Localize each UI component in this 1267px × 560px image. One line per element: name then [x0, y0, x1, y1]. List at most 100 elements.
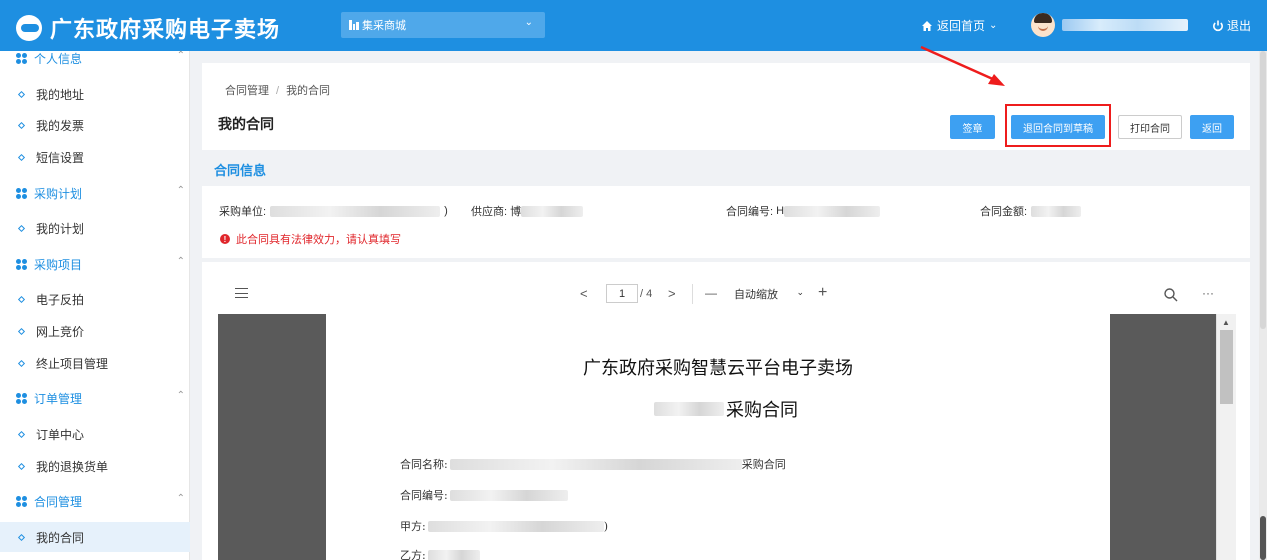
chevron-up-icon: ⌃ — [176, 493, 185, 504]
doc-party-a: 甲方: ) — [400, 519, 609, 534]
more-options-button[interactable]: ··· — [1202, 286, 1214, 300]
search-icon[interactable] — [1164, 288, 1178, 302]
home-link-label: 返回首页 — [937, 19, 986, 33]
apps-icon — [16, 392, 27, 404]
doc-contract-name: 合同名称: 采购合同 — [400, 458, 786, 471]
sidebar-item-reverse-auction[interactable]: 电子反拍 — [0, 284, 190, 314]
apps-icon — [16, 258, 27, 270]
contract-number-redacted — [784, 205, 881, 217]
page-scrollbar-thumb[interactable] — [1260, 516, 1266, 560]
back-button[interactable]: 返回 — [1190, 115, 1234, 139]
sidebar-group-label: 采购计划 — [34, 186, 83, 201]
diamond-icon — [17, 430, 26, 438]
legal-warning: ! 此合同具有法律效力，请认真填写 — [220, 231, 401, 247]
highlight-box — [1005, 104, 1111, 147]
sidebar-item-terminate-project[interactable]: 终止项目管理 — [0, 348, 190, 378]
chevron-up-icon: ⌃ — [176, 185, 185, 196]
chevron-up-icon: ⌃ — [176, 256, 185, 267]
chevron-down-icon: ⌄ — [796, 287, 804, 297]
doc-contract-number: 合同编号: — [400, 487, 568, 503]
purchaser-redacted — [270, 205, 441, 217]
chevron-down-icon: ⌄ — [989, 20, 998, 31]
sidebar-item-online-bid[interactable]: 网上竞价 — [0, 316, 190, 346]
toolbar-divider — [692, 284, 693, 304]
diamond-icon — [17, 327, 26, 335]
sidebar-item-returns[interactable]: 我的退换货单 — [0, 451, 190, 481]
pdf-canvas-margin-left — [218, 314, 326, 560]
doc-number-redacted — [449, 489, 568, 501]
chevron-up-icon: ⌃ — [176, 50, 185, 61]
next-page-button[interactable]: > — [668, 286, 676, 301]
page-title: 我的合同 — [218, 116, 274, 132]
document-title: 广东政府采购智慧云平台电子卖场 — [583, 358, 853, 379]
sidebar-item-my-contract[interactable]: 我的合同 — [0, 522, 190, 552]
diamond-icon — [17, 224, 26, 232]
sidebar-item-invoice[interactable]: 我的发票 — [0, 110, 190, 140]
diamond-icon — [17, 121, 26, 129]
diamond-icon — [17, 462, 26, 470]
party-a-redacted — [427, 520, 604, 532]
page-scrollbar-track[interactable] — [1260, 51, 1266, 329]
sidebar: 个人信息 ⌃ 我的地址 我的发票 短信设置 采购计划 ⌃ 我的计划 采购项目 ⌃… — [0, 48, 190, 560]
mall-select[interactable]: 集采商城 ⌄ — [341, 12, 545, 38]
sidebar-item-order-center[interactable]: 订单中心 — [0, 419, 190, 449]
pdf-toolbar: < 1 / 4 > — 自动缩放 ⌄ + ··· — [202, 262, 1250, 314]
mall-select-label: 集采商城 — [362, 20, 406, 32]
sidebar-toggle-icon[interactable] — [235, 288, 248, 298]
contract-info-card: 采购单位: ) 供应商: 博 合同编号: H 合同金额: ! 此合同具有法律效力… — [202, 186, 1250, 258]
site-logo[interactable]: 广东政府采购电子卖场 — [16, 12, 280, 44]
chevron-up-icon: ⌃ — [176, 390, 185, 401]
contract-number-field: 合同编号: H — [726, 203, 881, 219]
logo-text: 广东政府采购电子卖场 — [50, 17, 281, 43]
doc-party-b: 乙方: — [400, 547, 480, 560]
supplier-redacted — [521, 205, 584, 217]
page-scrollbar[interactable] — [1259, 51, 1267, 560]
zoom-out-button[interactable]: — — [705, 286, 717, 300]
prev-page-button[interactable]: < — [580, 286, 588, 301]
sidebar-group-label: 个人信息 — [34, 51, 83, 66]
user-name-redacted[interactable] — [1062, 19, 1188, 31]
contract-amount-field: 合同金额: — [980, 203, 1082, 219]
zoom-select[interactable]: 自动缩放 ⌄ — [732, 284, 806, 303]
pdf-viewer: < 1 / 4 > — 自动缩放 ⌄ + ··· 广东政府采购智慧云平台电子卖场… — [202, 262, 1250, 560]
user-avatar[interactable] — [1031, 13, 1055, 37]
diamond-icon — [17, 359, 26, 367]
sidebar-group-label: 订单管理 — [34, 391, 83, 406]
contract-name-redacted — [449, 458, 742, 470]
pdf-canvas-margin-right — [1110, 314, 1216, 560]
zoom-in-button[interactable]: + — [818, 284, 827, 302]
diamond-icon — [17, 153, 26, 161]
sidebar-group-project[interactable]: 采购项目 ⌃ — [0, 254, 190, 274]
building-icon — [349, 20, 360, 30]
home-link[interactable]: 返回首页 ⌄ — [922, 17, 997, 34]
sidebar-item-sms[interactable]: 短信设置 — [0, 142, 190, 172]
contract-amount-redacted — [1031, 205, 1082, 217]
power-icon — [1213, 20, 1223, 31]
page-number-input[interactable]: 1 — [606, 284, 638, 303]
pdf-scrollbar[interactable]: ▲ — [1216, 314, 1236, 560]
sign-button[interactable]: 签章 — [950, 115, 995, 139]
pdf-page: 广东政府采购智慧云平台电子卖场 采购合同 合同名称: 采购合同 合同编号: 甲方… — [326, 314, 1110, 560]
sidebar-group-plan[interactable]: 采购计划 ⌃ — [0, 183, 190, 203]
sidebar-group-label: 采购项目 — [34, 257, 83, 272]
apps-icon — [16, 187, 27, 199]
sidebar-group-order[interactable]: 订单管理 ⌃ — [0, 388, 190, 408]
print-contract-button[interactable]: 打印合同 — [1118, 115, 1182, 139]
home-icon — [922, 20, 932, 31]
diamond-icon — [17, 533, 26, 541]
logout-button[interactable]: 退出 — [1212, 17, 1251, 34]
sidebar-item-address[interactable]: 我的地址 — [0, 79, 190, 109]
logout-label: 退出 — [1227, 19, 1252, 33]
breadcrumb-current: 我的合同 — [286, 85, 331, 97]
document-subtitle: 采购合同 — [654, 396, 798, 422]
total-pages: / 4 — [640, 288, 653, 300]
sidebar-item-my-plan[interactable]: 我的计划 — [0, 213, 190, 243]
sidebar-group-label: 合同管理 — [34, 494, 83, 509]
breadcrumb-parent[interactable]: 合同管理 — [225, 85, 269, 97]
logo-icon — [16, 15, 42, 41]
breadcrumb: 合同管理 / 我的合同 — [225, 85, 331, 97]
sidebar-group-contract[interactable]: 合同管理 ⌃ — [0, 491, 190, 511]
scroll-up-icon[interactable]: ▲ — [1222, 318, 1230, 327]
sidebar-group-personal[interactable]: 个人信息 ⌃ — [0, 48, 190, 68]
pdf-scrollbar-thumb[interactable] — [1220, 330, 1233, 404]
